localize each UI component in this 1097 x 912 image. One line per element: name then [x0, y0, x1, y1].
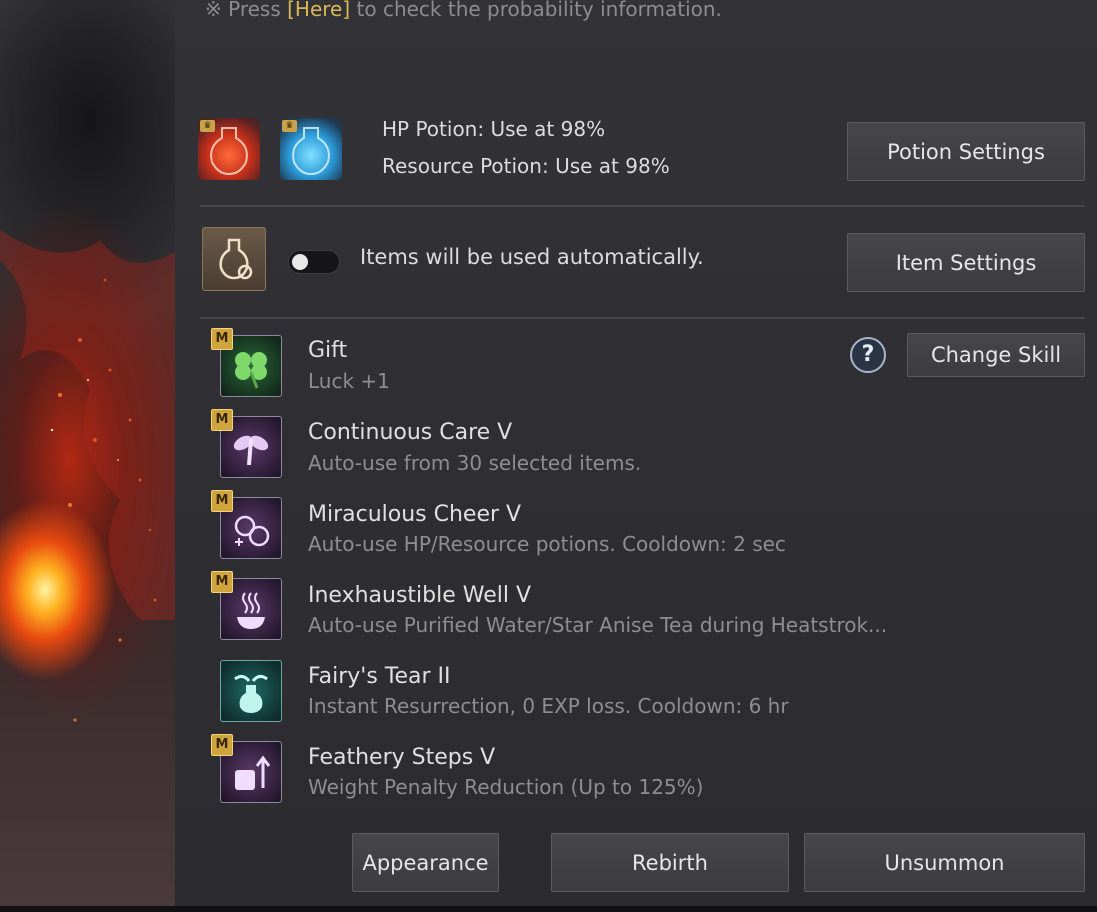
skill-description: Auto-use from 30 selected items.	[308, 451, 642, 475]
skill-name: Continuous Care V	[308, 420, 513, 445]
skill-description: Auto-use Purified Water/Star Anise Tea d…	[308, 613, 888, 637]
auto-use-text: Items will be used automatically.	[360, 245, 704, 269]
hp-potion-setting-text: HP Potion: Use at 98%	[382, 117, 606, 141]
unsummon-button[interactable]: Unsummon	[804, 833, 1085, 892]
fire-artwork	[0, 0, 178, 912]
skill-name: Miraculous Cheer V	[308, 502, 522, 527]
rebirth-button[interactable]: Rebirth	[551, 833, 789, 892]
vial-glyph	[234, 674, 268, 713]
m-badge: M	[211, 571, 233, 593]
notice-suffix: to check the probability information.	[350, 0, 722, 21]
appearance-button[interactable]: Appearance	[352, 833, 499, 892]
item-auto-use-icon	[202, 227, 266, 291]
skill-description: Instant Resurrection, 0 EXP loss. Cooldo…	[308, 694, 789, 718]
skill-description: Auto-use HP/Resource potions. Cooldown: …	[308, 532, 786, 556]
skill-description: Weight Penalty Reduction (Up to 125%)	[308, 775, 704, 799]
skill-name: Feathery Steps V	[308, 745, 496, 770]
m-badge: M	[211, 734, 233, 756]
skill-name: Gift	[308, 338, 348, 363]
item-settings-button[interactable]: Item Settings	[847, 233, 1085, 292]
probability-notice: ※ Press [Here] to check the probability …	[205, 0, 722, 21]
skill-description: Luck +1	[308, 369, 390, 393]
winged-vial-icon	[220, 660, 282, 722]
flask-gear-icon	[219, 238, 253, 280]
skill-name: Inexhaustible Well V	[308, 583, 532, 608]
m-badge: M	[211, 490, 233, 512]
toggle-knob	[292, 254, 308, 270]
auto-use-toggle[interactable]	[288, 250, 340, 274]
help-icon[interactable]: ?	[850, 337, 886, 373]
bottom-border	[0, 906, 1097, 912]
notice-prefix: ※ Press	[205, 0, 288, 21]
crown-icon: ♛	[200, 120, 215, 132]
resource-potion-setting-text: Resource Potion: Use at 98%	[382, 154, 670, 178]
hp-potion-icon: ♛	[198, 118, 260, 180]
divider	[200, 205, 1085, 207]
change-skill-button[interactable]: Change Skill	[907, 333, 1085, 377]
ember-sparks	[0, 230, 178, 722]
divider	[200, 317, 1085, 319]
m-badge: M	[211, 328, 233, 350]
m-badge: M	[211, 409, 233, 431]
skill-name: Fairy's Tear II	[308, 664, 451, 689]
crown-icon: ♛	[282, 120, 297, 132]
potion-settings-button[interactable]: Potion Settings	[847, 122, 1085, 181]
resource-potion-icon: ♛	[280, 118, 342, 180]
probability-info-link[interactable]: [Here]	[287, 0, 350, 21]
